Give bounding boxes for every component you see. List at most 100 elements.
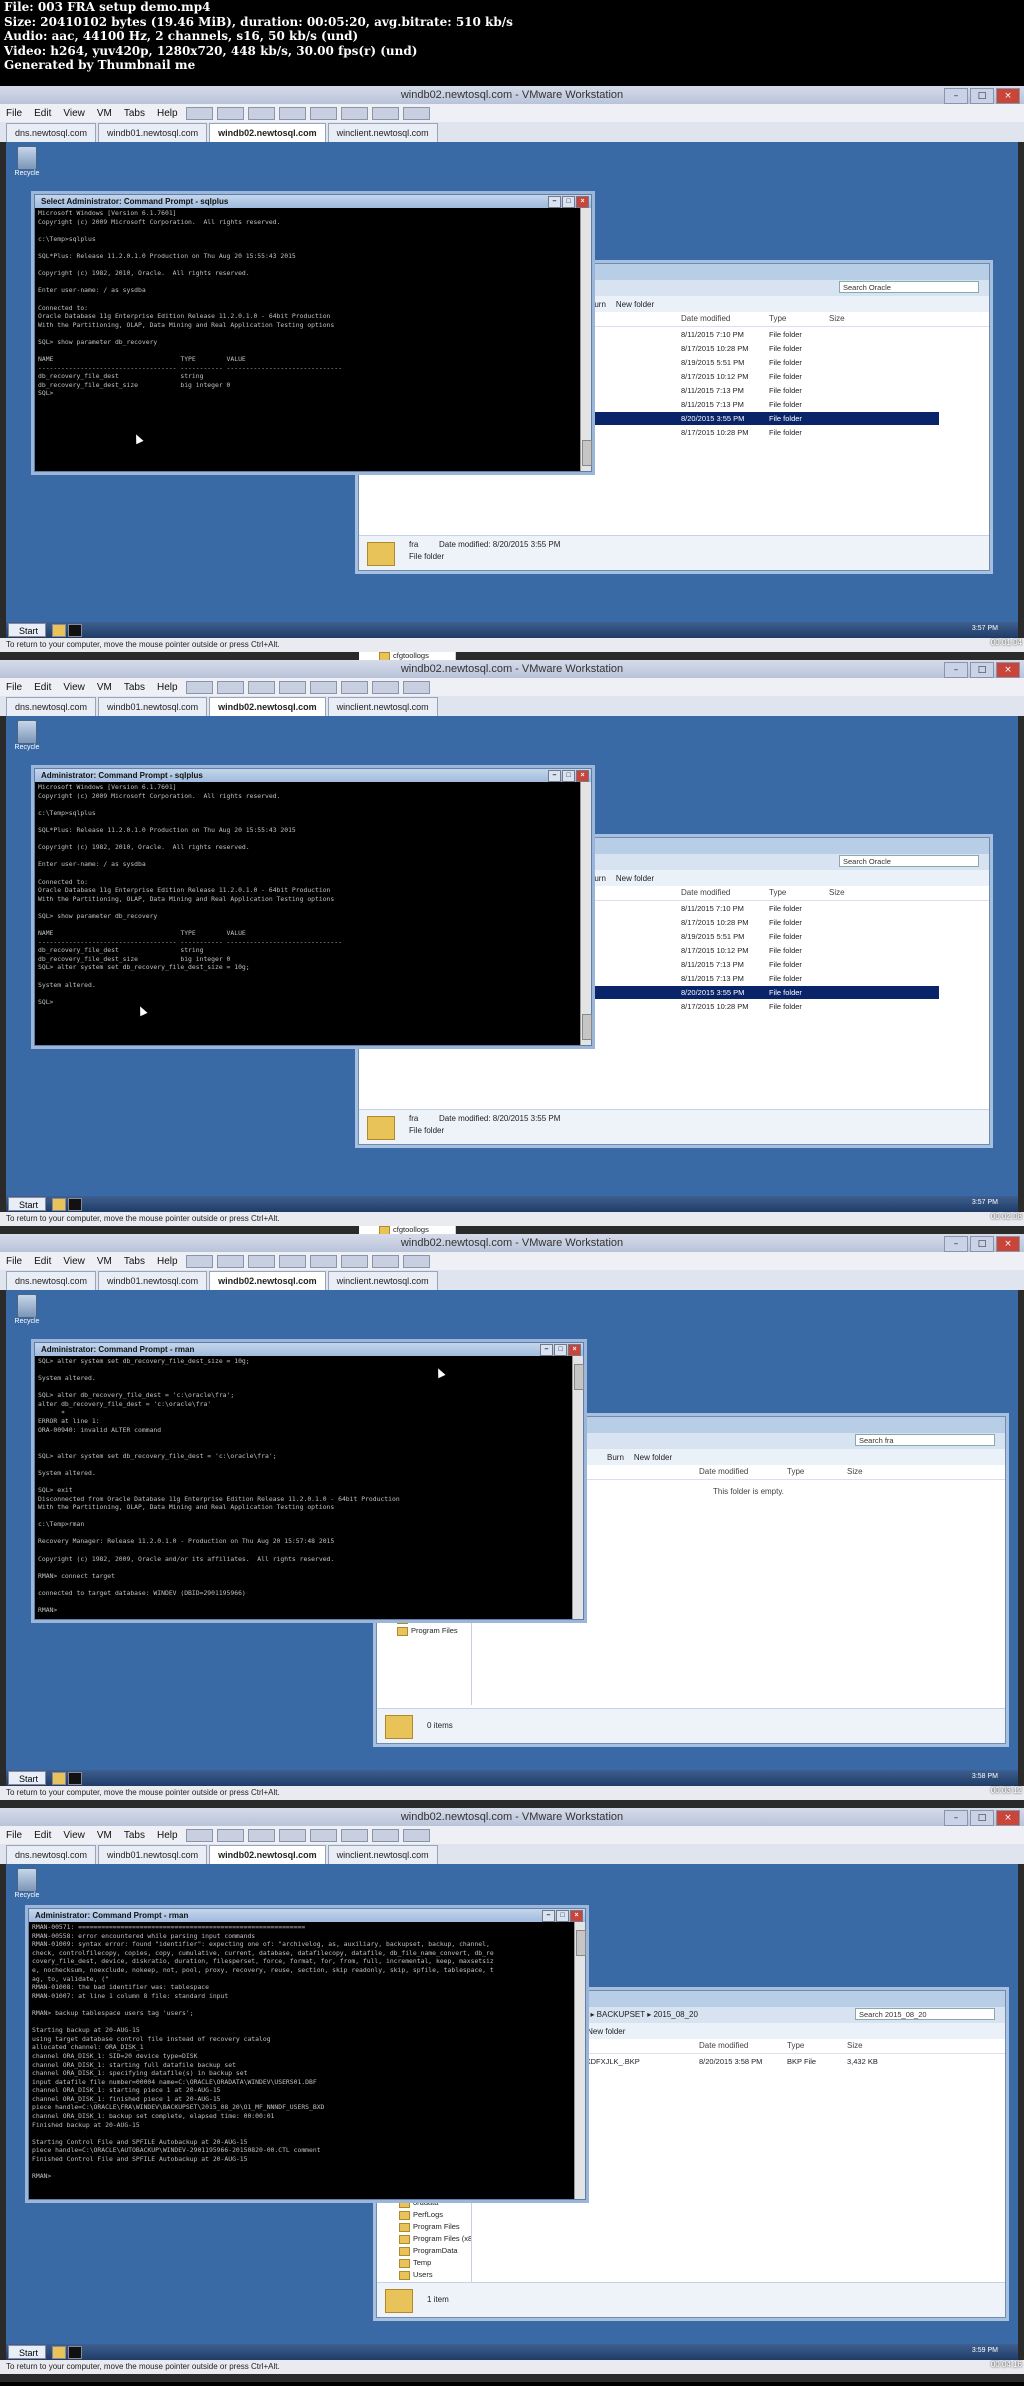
tree-item[interactable]: Program Files (x86) [377,2233,471,2245]
command-prompt-window[interactable]: Administrator: Command Prompt - rman – □ × R… [28,1908,586,2200]
scrollbar-thumb[interactable] [576,1930,586,1956]
vm-tab[interactable]: windb01.newtosql.com [98,1271,208,1290]
command-prompt-titlebar[interactable]: Administrator: Command Prompt - rman – □ × [29,1909,585,1922]
menu-vm[interactable]: VM [91,1256,118,1267]
console-scrollbar[interactable] [572,1356,584,1619]
cmd-taskbar-icon[interactable] [68,1772,82,1785]
vm-tab[interactable]: dns.newtosql.com [6,697,97,716]
command-prompt-titlebar[interactable]: Administrator: Command Prompt - rman – □ × [35,1343,583,1356]
menu-tabs[interactable]: Tabs [118,108,151,119]
start-button[interactable]: Start [8,623,46,637]
toolbar-icon[interactable] [402,1254,430,1268]
toolbar-icon[interactable] [309,1254,337,1268]
close-icon[interactable]: × [576,196,589,208]
menu-help[interactable]: Help [151,1830,184,1841]
scrollbar-thumb[interactable] [574,1364,584,1390]
vm-tab[interactable]: dns.newtosql.com [6,123,97,142]
column-header[interactable]: Size [829,888,845,897]
column-header[interactable]: Date modified [681,314,730,323]
menu-view[interactable]: View [57,108,91,119]
command-prompt-titlebar[interactable]: Select Administrator: Command Prompt - s… [35,195,591,208]
close-icon[interactable]: × [996,88,1020,104]
close-icon[interactable]: × [996,662,1020,678]
command-prompt-window[interactable]: Administrator: Command Prompt - rman – □ × S… [34,1342,584,1620]
tree-item[interactable]: Program Files [377,2221,471,2233]
toolbar-icon[interactable] [247,106,275,120]
menu-file[interactable]: File [0,682,28,693]
menu-file[interactable]: File [0,1830,28,1841]
maximize-icon[interactable]: □ [970,662,994,678]
tree-item[interactable]: Program Files [377,1625,471,1637]
toolbar-icon[interactable] [185,1828,213,1842]
toolbar-icon[interactable] [185,1254,213,1268]
minimize-icon[interactable]: – [944,1236,968,1252]
menu-help[interactable]: Help [151,682,184,693]
cmd-taskbar-icon[interactable] [68,624,82,637]
cmd-taskbar-icon[interactable] [68,2346,82,2359]
vm-tab[interactable]: dns.newtosql.com [6,1271,97,1290]
column-header[interactable]: Type [769,888,786,897]
explorer-taskbar-icon[interactable] [52,624,66,637]
maximize-icon[interactable]: □ [562,196,575,208]
vm-tab[interactable]: windb01.newtosql.com [98,1845,208,1864]
minimize-icon[interactable]: – [944,1810,968,1826]
toolbar-icon[interactable] [371,1254,399,1268]
close-icon[interactable]: × [996,1810,1020,1826]
column-header[interactable]: Date modified [699,1467,748,1476]
maximize-icon[interactable]: □ [970,1810,994,1826]
vm-tab[interactable]: dns.newtosql.com [6,1845,97,1864]
vm-tab[interactable]: windb01.newtosql.com [98,697,208,716]
vm-tab[interactable]: winclient.newtosql.com [327,1271,438,1290]
toolbar-icon[interactable] [402,106,430,120]
menu-file[interactable]: File [0,108,28,119]
minimize-icon[interactable]: – [944,88,968,104]
toolbar-icon[interactable] [247,1254,275,1268]
vm-tab[interactable]: windb02.newtosql.com [209,697,326,716]
menu-tabs[interactable]: Tabs [118,1830,151,1841]
toolbar-icon[interactable] [340,1254,368,1268]
tree-item[interactable]: PerfLogs [377,2209,471,2221]
toolbar-icon[interactable] [216,680,244,694]
menu-view[interactable]: View [57,1830,91,1841]
console-scrollbar[interactable] [574,1922,586,2199]
minimize-icon[interactable]: – [542,1910,555,1922]
maximize-icon[interactable]: □ [554,1344,567,1356]
vm-tab[interactable]: windb02.newtosql.com [209,1845,326,1864]
vm-tab[interactable]: windb02.newtosql.com [209,123,326,142]
toolbar-icon[interactable] [216,1828,244,1842]
explorer-toolbar-button[interactable]: Burn [607,1453,624,1462]
recycle-bin[interactable]: Recycle [14,1294,40,1325]
tree-item[interactable]: Users [377,2269,471,2281]
command-prompt-window[interactable]: Select Administrator: Command Prompt - s… [34,194,592,472]
tree-item[interactable]: ProgramData [377,2245,471,2257]
minimize-icon[interactable]: – [548,770,561,782]
toolbar-icon[interactable] [371,680,399,694]
recycle-bin[interactable]: Recycle [14,146,40,177]
menu-file[interactable]: File [0,1256,28,1267]
menu-tabs[interactable]: Tabs [118,1256,151,1267]
explorer-taskbar-icon[interactable] [52,2346,66,2359]
toolbar-icon[interactable] [309,1828,337,1842]
maximize-icon[interactable]: □ [556,1910,569,1922]
toolbar-icon[interactable] [309,106,337,120]
toolbar-icon[interactable] [185,106,213,120]
column-header[interactable]: Date modified [699,2041,748,2050]
column-header[interactable]: Date modified [681,888,730,897]
explorer-search-input[interactable]: Search Oracle [839,281,979,293]
console-scrollbar[interactable] [580,208,592,471]
console-scrollbar[interactable] [580,782,592,1045]
close-icon[interactable]: × [570,1910,583,1922]
toolbar-icon[interactable] [340,1828,368,1842]
console-output[interactable]: Microsoft Windows [Version 6.1.7601] Cop… [38,209,579,469]
console-output[interactable]: RMAN-00571: ============================… [32,1923,573,2197]
toolbar-icon[interactable] [278,1828,306,1842]
menu-tabs[interactable]: Tabs [118,682,151,693]
recycle-bin[interactable]: Recycle [14,720,40,751]
close-icon[interactable]: × [996,1236,1020,1252]
menu-view[interactable]: View [57,1256,91,1267]
maximize-icon[interactable]: □ [562,770,575,782]
menu-view[interactable]: View [57,682,91,693]
start-button[interactable]: Start [8,1197,46,1211]
menu-edit[interactable]: Edit [28,108,57,119]
command-prompt-titlebar[interactable]: Administrator: Command Prompt - sqlplus –… [35,769,591,782]
